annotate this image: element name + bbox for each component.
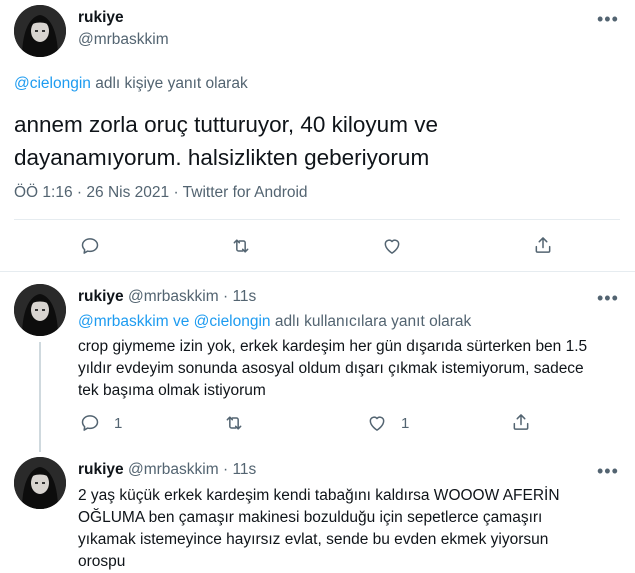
avatar-image (14, 457, 66, 509)
retweet-icon (226, 416, 242, 430)
reply-icon (81, 238, 99, 254)
tweet-text: crop giymeme izin yok, erkek kardeşim he… (78, 336, 587, 402)
reply-context: @cielongin adlı kişiye yanıt olarak (14, 75, 248, 93)
reply-button[interactable] (80, 236, 100, 256)
separator: · (222, 461, 229, 478)
reply-to-link[interactable]: @mrbaskkim ve @cielongin (78, 313, 271, 330)
more-options-icon[interactable]: ••• (597, 462, 619, 480)
retweet-button[interactable] (231, 236, 251, 256)
author-handle[interactable]: @mrbaskkim (78, 31, 169, 49)
reply-context-text: adlı kişiye yanıt olarak (90, 75, 248, 92)
author-name[interactable]: rukiye (78, 461, 124, 478)
separator: · (222, 288, 229, 305)
thread-line (39, 342, 41, 452)
tweet-text-line: crop giymeme izin yok, erkek kardeşim he… (78, 338, 588, 355)
more-options-icon[interactable]: ••• (597, 10, 619, 28)
author-handle[interactable]: @mrbaskkim (128, 288, 219, 305)
tweet-meta: ÖÖ 1:16 · 26 Nis 2021 · Twitter for Andr… (14, 184, 308, 202)
reply-header: rukiye @mrbaskkim · 11s (78, 461, 256, 479)
avatar-image (14, 284, 66, 336)
avatar[interactable] (14, 5, 66, 57)
share-icon (513, 414, 529, 430)
tweet-time-ago[interactable]: 11s (232, 461, 256, 478)
tweet-text-line: yıldır evdeyim sonunda asosyal oldum dış… (78, 360, 584, 377)
separator: · (76, 184, 83, 201)
tweet-time-ago[interactable]: 11s (232, 288, 256, 305)
avatar[interactable] (14, 284, 66, 336)
author-handle[interactable]: @mrbaskkim (128, 461, 219, 478)
divider (0, 271, 635, 272)
reply-button[interactable]: 1 (80, 413, 122, 433)
retweet-button[interactable] (224, 413, 244, 433)
tweet-text-line: 2 yaş küçük erkek kardeşim kendi tabağın… (78, 487, 560, 504)
share-icon (535, 237, 551, 253)
share-button[interactable] (533, 235, 553, 255)
tweet-text: annem zorla oruç tutturuyor, 40 kiloyum … (14, 108, 438, 174)
tweet-source[interactable]: Twitter for Android (183, 184, 308, 201)
tweet-text-line: dayanamıyorum. halsizlikten geberiyorum (14, 145, 430, 170)
retweet-icon (233, 239, 249, 253)
reply-count: 1 (114, 414, 123, 432)
reply-context-text: adlı kullanıcılara yanıt olarak (270, 313, 472, 330)
author-name[interactable]: rukiye (78, 288, 124, 305)
tweet-date[interactable]: 26 Nis 2021 (86, 184, 169, 201)
like-count: 1 (401, 414, 410, 432)
tweet-text-line: OĞLUMA ben çamaşır makinesi bozulduğu iç… (78, 509, 543, 526)
reply-to-link[interactable]: @cielongin (14, 75, 91, 92)
tweet-time[interactable]: ÖÖ 1:16 (14, 184, 73, 201)
heart-icon (369, 416, 385, 431)
reply-header: rukiye @mrbaskkim · 11s (78, 288, 256, 306)
divider (14, 219, 620, 220)
reply-icon (81, 415, 99, 431)
avatar[interactable] (14, 457, 66, 509)
like-button[interactable]: 1 (367, 413, 409, 433)
tweet-text: 2 yaş küçük erkek kardeşim kendi tabağın… (78, 485, 560, 573)
like-button[interactable] (382, 236, 402, 256)
heart-icon (384, 239, 400, 254)
author-name[interactable]: rukiye (78, 9, 124, 27)
share-button[interactable] (511, 412, 531, 432)
more-options-icon[interactable]: ••• (597, 289, 619, 307)
tweet-text-line: tek başıma olmak istiyorum (78, 382, 266, 399)
tweet-text-line: orospu (78, 553, 126, 570)
avatar-image (14, 5, 66, 57)
tweet-text-line: annem zorla oruç tutturuyor, 40 kiloyum … (14, 112, 438, 137)
reply-context: @mrbaskkim ve @cielongin adlı kullanıcıl… (78, 313, 471, 331)
tweet-text-line: yıkamak istemeyince hayırsız evlat, send… (78, 531, 549, 548)
separator: · (173, 184, 179, 201)
